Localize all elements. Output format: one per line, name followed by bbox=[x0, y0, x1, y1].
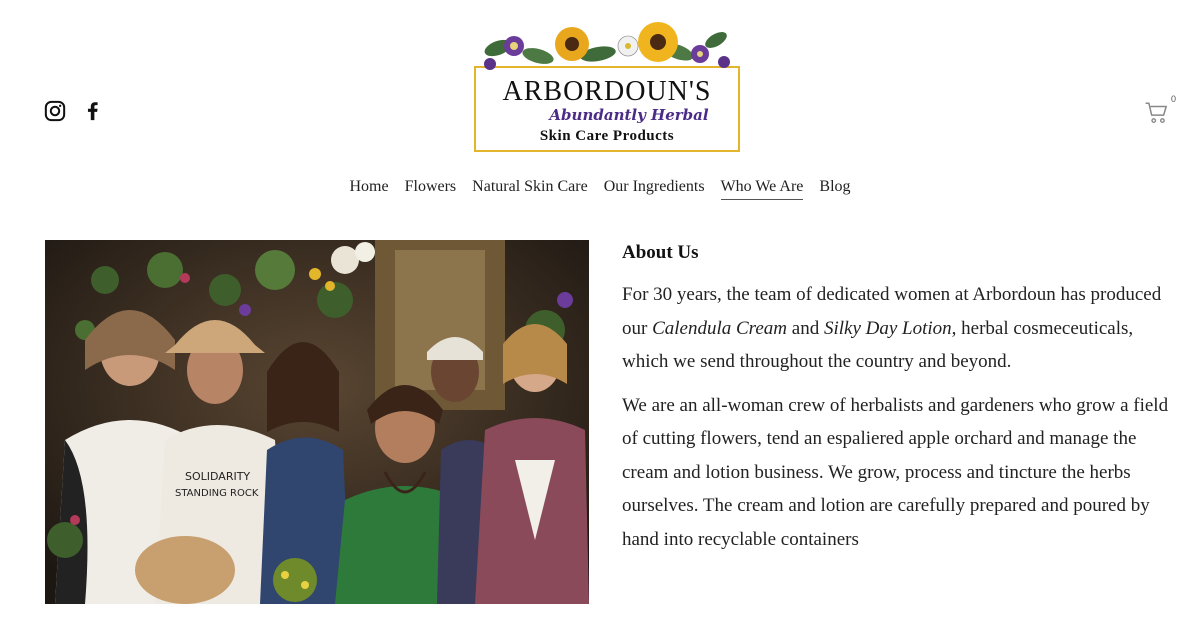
about-paragraph-2: We are an all-woman crew of herbalists a… bbox=[622, 394, 1169, 550]
about-paragraph-1: For 30 years, the team of dedicated wome… bbox=[622, 278, 1170, 379]
svg-text:SOLIDARITY: SOLIDARITY bbox=[185, 470, 250, 483]
cart-button[interactable]: 0 bbox=[1144, 94, 1176, 126]
cart-icon bbox=[1145, 102, 1167, 124]
facebook-icon bbox=[87, 102, 98, 121]
facebook-link[interactable] bbox=[82, 100, 104, 122]
nav-flowers[interactable]: Flowers bbox=[405, 178, 457, 200]
instagram-link[interactable] bbox=[44, 100, 66, 122]
logo-title: ARBORDOUN'S bbox=[502, 76, 712, 107]
nav-home[interactable]: Home bbox=[349, 178, 388, 200]
site-logo[interactable]: ARBORDOUN'S Abundantly Herbal Skin Care … bbox=[474, 18, 740, 152]
silky-day-lotion-text: Silky Day Lotion bbox=[823, 317, 952, 339]
nav-our-ingredients[interactable]: Our Ingredients bbox=[604, 178, 705, 200]
social-links bbox=[44, 100, 104, 122]
logo-tagline: Skin Care Products bbox=[539, 128, 675, 144]
nav-natural-skin-care[interactable]: Natural Skin Care bbox=[472, 178, 588, 200]
about-heading: About Us bbox=[622, 242, 699, 263]
about-text-b: and bbox=[787, 317, 824, 339]
cart-count: 0 bbox=[1170, 94, 1176, 104]
main-nav: Home Flowers Natural Skin Care Our Ingre… bbox=[0, 178, 1200, 200]
nav-blog[interactable]: Blog bbox=[819, 178, 850, 200]
nav-who-we-are[interactable]: Who We Are bbox=[720, 178, 804, 200]
svg-text:STANDING ROCK: STANDING ROCK bbox=[175, 488, 259, 499]
flower-garland-icon bbox=[484, 22, 730, 70]
about-section: About Us For 30 years, the team of dedic… bbox=[622, 242, 1170, 566]
team-photo-illustration: SOLIDARITY STANDING ROCK bbox=[45, 240, 589, 604]
instagram-icon bbox=[44, 100, 66, 122]
team-photo: SOLIDARITY STANDING ROCK bbox=[45, 240, 589, 604]
calendula-cream-text: Calendula Cream bbox=[652, 317, 788, 339]
logo-subtitle: Abundantly Herbal bbox=[549, 106, 709, 124]
